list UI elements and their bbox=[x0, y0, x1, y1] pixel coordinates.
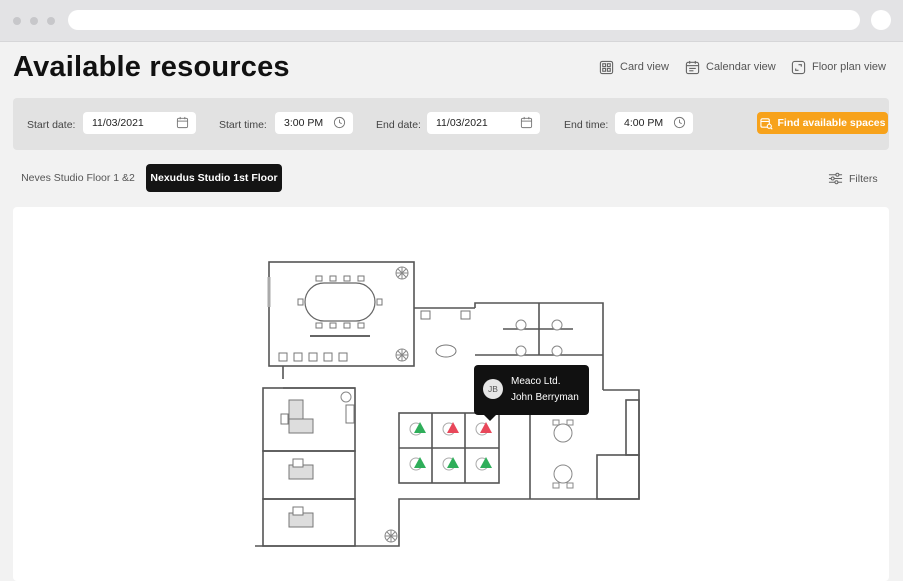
desk-markers bbox=[409, 422, 492, 471]
floor-plan-view-icon bbox=[791, 60, 806, 74]
page-title: Available resources bbox=[13, 51, 290, 83]
find-available-spaces-button[interactable]: Find available spaces bbox=[757, 112, 888, 134]
floor-plan-canvas[interactable] bbox=[13, 207, 889, 581]
window-maximize-dot[interactable] bbox=[47, 17, 55, 25]
calendar-search-icon bbox=[759, 117, 773, 130]
office-furniture bbox=[280, 310, 471, 528]
end-date-label: End date: bbox=[376, 119, 421, 131]
floor-plan bbox=[255, 261, 640, 547]
floor-plan-view-label: Floor plan view bbox=[812, 61, 886, 73]
card-view-icon bbox=[599, 60, 614, 74]
sliders-icon bbox=[828, 172, 843, 185]
tooltip-person: John Berryman bbox=[511, 392, 579, 403]
avatar: JB bbox=[483, 379, 503, 399]
window-minimize-dot[interactable] bbox=[30, 17, 38, 25]
tab-neves-studio[interactable]: Neves Studio Floor 1 &2 bbox=[13, 164, 143, 192]
end-date-value: 11/03/2021 bbox=[436, 117, 488, 129]
desk-booking-tooltip: JB Meaco Ltd. John Berryman bbox=[474, 365, 589, 421]
card-view-button[interactable]: Card view bbox=[599, 58, 669, 76]
end-time-value: 4:00 PM bbox=[624, 117, 664, 129]
calendar-icon bbox=[176, 116, 189, 129]
tooltip-company: Meaco Ltd. bbox=[511, 376, 561, 387]
start-time-input[interactable]: 3:00 PM bbox=[275, 112, 353, 134]
clock-icon bbox=[333, 116, 346, 129]
conference-table bbox=[267, 275, 383, 362]
end-time-label: End time: bbox=[564, 119, 609, 131]
filters-label: Filters bbox=[849, 172, 878, 185]
calendar-view-icon bbox=[685, 60, 700, 74]
page-content: Available resources Card view Calendar v… bbox=[0, 42, 903, 581]
calendar-view-button[interactable]: Calendar view bbox=[685, 58, 776, 76]
start-time-label: Start time: bbox=[219, 119, 267, 131]
clock-icon bbox=[673, 116, 686, 129]
find-available-spaces-label: Find available spaces bbox=[777, 117, 886, 129]
floor-plan-view-button[interactable]: Floor plan view bbox=[791, 58, 886, 76]
calendar-view-label: Calendar view bbox=[706, 61, 776, 73]
start-date-input[interactable]: 11/03/2021 bbox=[83, 112, 196, 134]
tab-nexudus-studio[interactable]: Nexudus Studio 1st Floor bbox=[146, 164, 282, 192]
browser-chrome bbox=[0, 0, 903, 42]
start-time-value: 3:00 PM bbox=[284, 117, 324, 129]
end-time-input[interactable]: 4:00 PM bbox=[615, 112, 693, 134]
window-close-dot[interactable] bbox=[13, 17, 21, 25]
card-view-label: Card view bbox=[620, 61, 669, 73]
search-filter-bar: Start date: 11/03/2021 Start time: 3:00 … bbox=[13, 98, 889, 150]
start-date-value: 11/03/2021 bbox=[92, 117, 144, 129]
address-bar[interactable] bbox=[68, 10, 860, 30]
filters-button[interactable]: Filters bbox=[828, 171, 878, 186]
end-date-input[interactable]: 11/03/2021 bbox=[427, 112, 540, 134]
calendar-icon bbox=[520, 116, 533, 129]
start-date-label: Start date: bbox=[27, 119, 76, 131]
browser-profile-button[interactable] bbox=[871, 10, 891, 30]
